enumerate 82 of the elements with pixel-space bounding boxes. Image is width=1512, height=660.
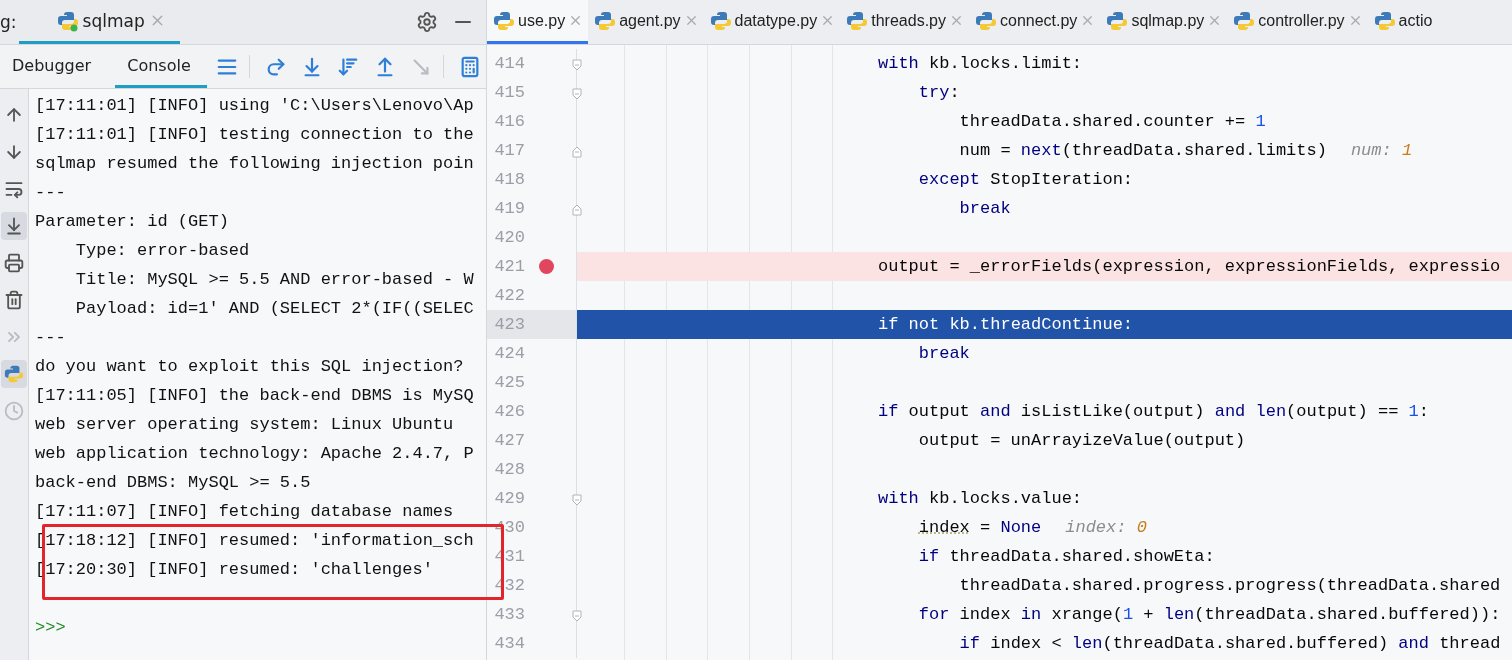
fold-marker-icon[interactable]	[572, 202, 582, 214]
inlay-hint: num: 1	[1350, 141, 1413, 160]
code-line: if threadData.shared.showEta:	[917, 547, 1215, 566]
fold-marker-icon[interactable]	[572, 57, 582, 69]
line-number: 417	[493, 141, 525, 160]
fold-marker-icon[interactable]	[572, 608, 582, 620]
code-line: break	[917, 344, 970, 363]
line-number: 415	[493, 83, 525, 102]
code-line: with kb.locks.value:	[878, 489, 1083, 508]
console-line: back-end DBMS: MySQL >= 5.5	[35, 472, 312, 494]
close-icon[interactable]	[949, 13, 964, 28]
inlay-hint: index: 0	[1065, 518, 1147, 537]
line-number: 429	[493, 489, 525, 508]
code-line: with kb.locks.limit:	[878, 54, 1083, 73]
console-line: [17:11:07] [INFO] fetching database names	[35, 501, 455, 523]
python-icon	[594, 9, 617, 32]
python-icon	[1233, 9, 1256, 32]
code-line: break	[958, 199, 1011, 218]
scroll-to-end-icon[interactable]	[1, 212, 27, 240]
python-icon	[56, 9, 79, 32]
line-number: 425	[493, 373, 525, 392]
fold-marker-icon[interactable]	[572, 492, 582, 504]
console-line: web server operating system: Linux Ubuntu	[35, 414, 455, 436]
code-line: num = next(threadData.shared.limits)	[958, 141, 1327, 160]
console-line: web application technology: Apache 2.4.7, P	[35, 443, 475, 465]
python-icon	[709, 9, 732, 32]
editor-tab[interactable]: datatype.py	[703, 0, 841, 44]
code-line: if output and isListLike(output) and len(output) == 1:	[878, 402, 1429, 421]
line-number: 424	[493, 344, 525, 363]
code-line: if not kb.threadContinue:	[878, 315, 1134, 334]
console-line: Type: error-based	[74, 240, 251, 262]
fold-marker-icon[interactable]	[572, 86, 582, 98]
line-number: 434	[493, 634, 525, 653]
line-number: 426	[493, 402, 525, 421]
console-line: [17:11:01] [INFO] using 'C:\Users\Lenovo\Ap	[35, 95, 475, 117]
line-number: 414	[493, 54, 525, 73]
code-line: try:	[917, 83, 960, 102]
line-number: 423	[493, 315, 525, 334]
editor-tab[interactable]: controller.py	[1227, 0, 1368, 44]
console-line: do you want to exploit this SQL injection?	[35, 356, 465, 378]
editor-tab[interactable]: connect.py	[969, 0, 1101, 44]
console-line: [17:11:01] [INFO] testing connection to the	[35, 124, 475, 146]
editor-tab[interactable]: use.py	[487, 0, 589, 44]
line-number: 419	[493, 199, 525, 218]
console-line: [17:11:05] [INFO] the back-end DBMS is MySQ	[35, 385, 475, 407]
editor-tab[interactable]: agent.py	[588, 0, 704, 44]
line-number: 427	[493, 431, 525, 450]
fold-marker-icon[interactable]	[572, 144, 582, 156]
python-icon	[846, 9, 869, 32]
panel-tab[interactable]: Debugger	[0, 45, 108, 88]
line-number: 422	[493, 286, 525, 305]
code-line: threadData.shared.progress.progress(threadData.shared	[958, 576, 1501, 595]
python-icon	[1106, 9, 1129, 32]
line-number: 416	[493, 112, 525, 131]
line-number: 428	[493, 460, 525, 479]
code-line: output = unArrayizeValue(output)	[917, 431, 1246, 450]
console-line: ---	[35, 182, 67, 204]
code-line: threadData.shared.counter += 1	[958, 112, 1266, 131]
python-icon	[1373, 9, 1396, 32]
line-number: 421	[493, 257, 525, 276]
editor-tab[interactable]: actio	[1367, 0, 1438, 44]
code-line: except StopIteration:	[917, 170, 1134, 189]
python-icon	[493, 9, 515, 32]
code-line: index = None	[917, 518, 1042, 537]
breakpoint-icon[interactable]	[539, 259, 554, 274]
editor-tab[interactable]: threads.py	[840, 0, 969, 44]
code-line: if index < len(threadData.shared.buffered) and thread	[958, 634, 1501, 653]
console-line: Title: MySQL >= 5.5 AND error-based - W	[74, 269, 475, 291]
code-line: for index in xrange(1 + len(threadData.shared.buffered)):	[917, 605, 1501, 624]
console-line: Payload: id=1' AND (SELECT 2*(IF((SELEC	[74, 298, 475, 320]
editor-tab[interactable]: sqlmap.py	[1100, 0, 1228, 44]
console-line: ---	[35, 327, 67, 349]
console-line: Parameter: id (GET)	[35, 211, 230, 233]
debug-label: g:	[0, 12, 17, 32]
console-line: sqlmap resumed the following injection poin	[35, 153, 475, 175]
python-icon	[975, 9, 997, 32]
line-number: 420	[493, 228, 525, 247]
python-icon[interactable]	[1, 360, 27, 388]
code-line: output = _errorFields(expression, expressionFields, expressio	[878, 257, 1501, 276]
console-prompt: >>>	[35, 617, 67, 639]
line-number: 433	[493, 605, 525, 624]
line-number: 418	[493, 170, 525, 189]
